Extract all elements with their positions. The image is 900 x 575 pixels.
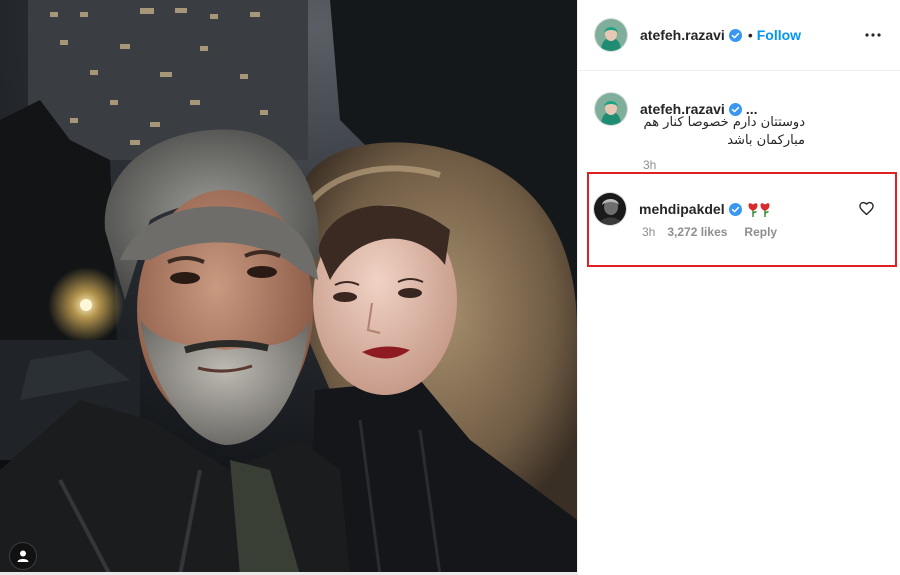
- more-horizontal-icon: [865, 33, 881, 37]
- author-username[interactable]: atefeh.razavi: [640, 27, 725, 43]
- caption-line-1: دوستتان دارم خصوصا کنار هم: [643, 115, 805, 130]
- commenter-username[interactable]: mehdipakdel: [639, 201, 725, 217]
- post-side-panel: atefeh.razavi • Follow atefeh.razavi ...…: [577, 0, 900, 575]
- user-tag-icon: [17, 550, 29, 562]
- caption-timestamp: 3h: [643, 158, 657, 172]
- more-options-button[interactable]: [862, 24, 884, 46]
- caption-line-2: مبارکمان باشد: [727, 133, 805, 148]
- follow-button[interactable]: Follow: [757, 27, 801, 43]
- author-avatar-image: [595, 19, 627, 51]
- caption-text: دوستتان دارم خصوصا کنار هم مبارکمان باشد: [605, 114, 805, 150]
- heart-icon[interactable]: [859, 201, 874, 216]
- comment-timestamp[interactable]: 3h: [642, 225, 655, 239]
- selfie-photo-illustration: [0, 0, 577, 575]
- comment-text: [747, 202, 771, 217]
- reply-button[interactable]: Reply: [744, 225, 777, 239]
- commenter-avatar[interactable]: [594, 193, 626, 225]
- comment-meta: 3h 3,272 likes Reply: [642, 225, 777, 239]
- author-avatar[interactable]: [595, 19, 627, 51]
- verified-badge-icon: [728, 202, 742, 216]
- post-header: atefeh.razavi • Follow: [578, 0, 900, 71]
- verified-badge-icon: [728, 28, 742, 42]
- commenter-avatar-image: [594, 193, 626, 225]
- user-tag-button[interactable]: [10, 543, 36, 569]
- comment-likes[interactable]: 3,272 likes: [667, 225, 727, 239]
- rose-icon: [760, 202, 770, 217]
- post-caption: atefeh.razavi ... دوستتان دارم خصوصا کنا…: [578, 71, 900, 183]
- rose-icon: [748, 202, 758, 217]
- comment-item: mehdipakdel 3h 3,272 likes Reply: [594, 193, 884, 239]
- header-separator: •: [747, 27, 753, 43]
- post-photo[interactable]: [0, 0, 577, 575]
- comment-header-row: mehdipakdel: [594, 193, 884, 225]
